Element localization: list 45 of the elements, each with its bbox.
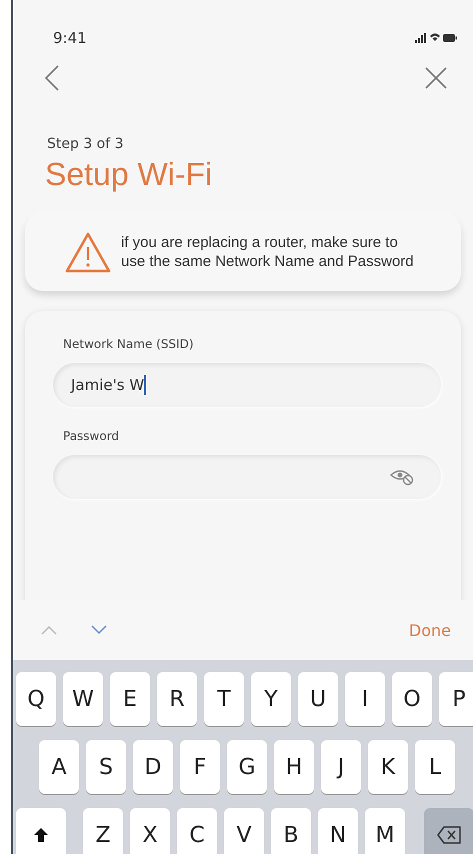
keyboard-key[interactable]: R bbox=[157, 672, 197, 726]
field-label: Password bbox=[63, 429, 120, 443]
keyboard-key[interactable]: E bbox=[110, 672, 150, 726]
backspace-icon bbox=[437, 826, 461, 844]
keyboard-key[interactable]: C bbox=[177, 808, 217, 854]
page-title: Setup Wi-Fi bbox=[45, 156, 214, 193]
keyboard-key[interactable]: N bbox=[318, 808, 358, 854]
keyboard-key[interactable]: B bbox=[271, 808, 311, 854]
keyboard-key[interactable]: V bbox=[224, 808, 264, 854]
field-value: Jamie's W bbox=[71, 376, 144, 394]
keyboard-key[interactable]: D bbox=[133, 740, 173, 794]
keyboard-key[interactable]: O bbox=[392, 672, 432, 726]
keyboard-key[interactable]: G bbox=[227, 740, 267, 794]
keyboard-key[interactable]: H bbox=[274, 740, 314, 794]
keyboard-key[interactable]: I bbox=[345, 672, 385, 726]
keyboard-key[interactable]: A bbox=[39, 740, 79, 794]
input-field[interactable]: Jamie's W bbox=[53, 363, 441, 407]
keyboard-key[interactable]: F bbox=[180, 740, 220, 794]
notice-text: if you are replacing a router, make sure to use the same Network Name and Password bbox=[121, 233, 415, 271]
delete-key[interactable] bbox=[424, 808, 473, 854]
back-icon[interactable] bbox=[45, 65, 59, 91]
keyboard-key[interactable]: Z bbox=[83, 808, 123, 854]
previous-field-icon[interactable] bbox=[41, 625, 57, 635]
close-icon[interactable] bbox=[425, 67, 447, 89]
keyboard-key[interactable]: X bbox=[130, 808, 170, 854]
status-icons bbox=[415, 32, 457, 44]
warning-icon bbox=[65, 231, 111, 273]
input-field[interactable] bbox=[53, 455, 441, 499]
keyboard-key[interactable]: U bbox=[298, 672, 338, 726]
keyboard-key[interactable]: J bbox=[321, 740, 361, 794]
next-field-icon[interactable] bbox=[91, 625, 107, 635]
keyboard-key[interactable]: W bbox=[63, 672, 103, 726]
keyboard-key[interactable]: L bbox=[415, 740, 455, 794]
shift-icon bbox=[33, 827, 49, 843]
keyboard-key[interactable]: K bbox=[368, 740, 408, 794]
keyboard-key[interactable]: Y bbox=[251, 672, 291, 726]
step-indicator: Step 3 of 3 bbox=[47, 136, 125, 152]
keyboard-key[interactable]: Q bbox=[16, 672, 56, 726]
shift-key[interactable] bbox=[16, 808, 66, 854]
status-time: 9:41 bbox=[53, 29, 87, 47]
field-label: Network Name (SSID) bbox=[63, 337, 195, 351]
keyboard-key[interactable]: T bbox=[204, 672, 244, 726]
keyboard-key[interactable]: M bbox=[365, 808, 405, 854]
keyboard-key[interactable]: P bbox=[439, 672, 473, 726]
keyboard-key[interactable]: S bbox=[86, 740, 126, 794]
